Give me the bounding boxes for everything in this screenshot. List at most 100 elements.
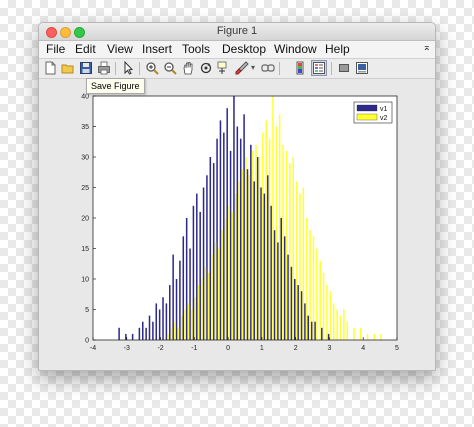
bar-v2 — [255, 144, 257, 340]
open-file-icon[interactable] — [61, 61, 75, 75]
bar-v1 — [314, 321, 316, 340]
bar-v2 — [275, 126, 278, 340]
bar-v1 — [233, 96, 235, 340]
menu-bar: File Edit View Insert Tools Desktop Wind… — [39, 41, 435, 59]
menu-help[interactable]: Help — [325, 42, 350, 56]
bar-v2 — [289, 163, 291, 340]
bar-v1 — [131, 333, 134, 340]
bar-v1 — [304, 303, 306, 340]
menu-tools[interactable]: Tools — [182, 42, 210, 56]
bar-v1 — [229, 150, 232, 340]
bar-v2 — [248, 175, 251, 340]
y-tick-label: 30 — [81, 155, 89, 162]
bar-v2 — [282, 144, 284, 340]
bar-v2 — [295, 181, 298, 340]
menu-file[interactable]: File — [46, 42, 65, 56]
bar-v2 — [272, 96, 274, 340]
y-tick-label: 10 — [81, 277, 89, 284]
legend-label-v2: v2 — [380, 115, 388, 122]
bar-v1 — [273, 230, 276, 340]
brush-icon[interactable] — [235, 61, 249, 75]
new-figure-icon[interactable] — [43, 61, 57, 75]
bar-v2 — [343, 309, 345, 340]
y-tick-label: 20 — [81, 216, 89, 223]
bar-v2 — [312, 236, 315, 340]
bar-v1 — [283, 236, 286, 340]
bar-v1 — [148, 315, 151, 340]
histogram-axes[interactable]: -4 -3 -2 -1 0 1 2 3 4 5 0 5 10 15 20 25 30 35 40 v1 v2 — [39, 79, 435, 369]
link-plot-icon[interactable] — [261, 61, 275, 75]
bar-v1 — [287, 254, 289, 340]
bar-v2 — [235, 193, 237, 340]
bar-v1 — [172, 254, 174, 340]
save-icon[interactable] — [79, 61, 93, 75]
bar-v1 — [141, 321, 144, 340]
bar-v1 — [260, 187, 262, 340]
bar-v1 — [189, 248, 191, 340]
legend[interactable]: v1 v2 — [353, 101, 393, 124]
bar-v1 — [321, 327, 323, 340]
title-bar[interactable]: Figure 1 — [39, 23, 435, 41]
bar-v1 — [256, 157, 259, 340]
zoom-in-icon[interactable] — [145, 61, 159, 75]
bar-v1 — [297, 285, 299, 340]
bar-v2 — [268, 138, 271, 340]
bar-v2 — [326, 285, 328, 340]
y-tick-label: 15 — [81, 246, 89, 253]
bar-v1 — [219, 120, 222, 341]
show-plot-tools-icon[interactable] — [355, 61, 369, 75]
x-tick-label: -1 — [191, 345, 197, 352]
bar-v2 — [167, 333, 169, 340]
bar-v2 — [221, 230, 224, 340]
bar-v2 — [332, 303, 335, 340]
hide-plot-tools-icon[interactable] — [337, 61, 351, 75]
bar-v1 — [175, 279, 178, 340]
bar-v2 — [231, 211, 234, 340]
bar-v1 — [327, 333, 330, 340]
bar-v1 — [280, 218, 283, 340]
bar-v1 — [236, 126, 239, 340]
print-icon[interactable] — [97, 61, 111, 75]
menu-window[interactable]: Window — [274, 42, 317, 56]
pointer-icon[interactable] — [121, 60, 135, 75]
bar-v1 — [162, 297, 164, 340]
bar-v1 — [307, 315, 310, 340]
y-tick-label: 5 — [85, 307, 89, 314]
bar-v2 — [265, 120, 267, 341]
x-tick-label: -2 — [157, 345, 163, 352]
brush-dropdown-icon[interactable]: ▾ — [249, 61, 257, 75]
x-tick-label: 5 — [395, 345, 399, 352]
axes-background — [93, 96, 397, 340]
menu-insert[interactable]: Insert — [142, 42, 172, 56]
bar-v2 — [241, 169, 244, 340]
menu-overflow-icon[interactable]: ⌅ — [423, 42, 431, 53]
x-tick-label: 2 — [294, 345, 298, 352]
bar-v2 — [245, 157, 247, 340]
bar-v1 — [125, 333, 127, 340]
bar-v1 — [209, 157, 212, 340]
bar-v1 — [216, 138, 218, 340]
save-figure-tooltip: Save Figure — [86, 78, 145, 94]
bar-v1 — [152, 321, 154, 340]
insert-legend-icon[interactable] — [311, 60, 327, 76]
toolbar-separator — [115, 62, 116, 75]
menu-desktop[interactable]: Desktop — [222, 42, 266, 56]
bar-v2 — [197, 285, 200, 340]
data-cursor-icon[interactable] — [217, 61, 231, 75]
bar-v1 — [223, 132, 225, 340]
rotate-3d-icon[interactable] — [199, 61, 213, 75]
menu-edit[interactable]: Edit — [75, 42, 96, 56]
bar-v1 — [310, 321, 313, 340]
bar-v2 — [184, 309, 186, 340]
legend-swatch-v2 — [356, 113, 378, 121]
legend-swatch-v1 — [356, 104, 378, 112]
y-tick-label: 0 — [85, 338, 89, 345]
pan-icon[interactable] — [181, 61, 195, 75]
menu-view[interactable]: View — [107, 42, 133, 56]
y-tick-label: 40 — [81, 94, 89, 101]
insert-colorbar-icon[interactable] — [293, 61, 307, 75]
bar-v1 — [250, 144, 252, 340]
x-tick-label: -3 — [124, 345, 130, 352]
window-title: Figure 1 — [216, 25, 258, 37]
zoom-out-icon[interactable] — [163, 61, 177, 75]
